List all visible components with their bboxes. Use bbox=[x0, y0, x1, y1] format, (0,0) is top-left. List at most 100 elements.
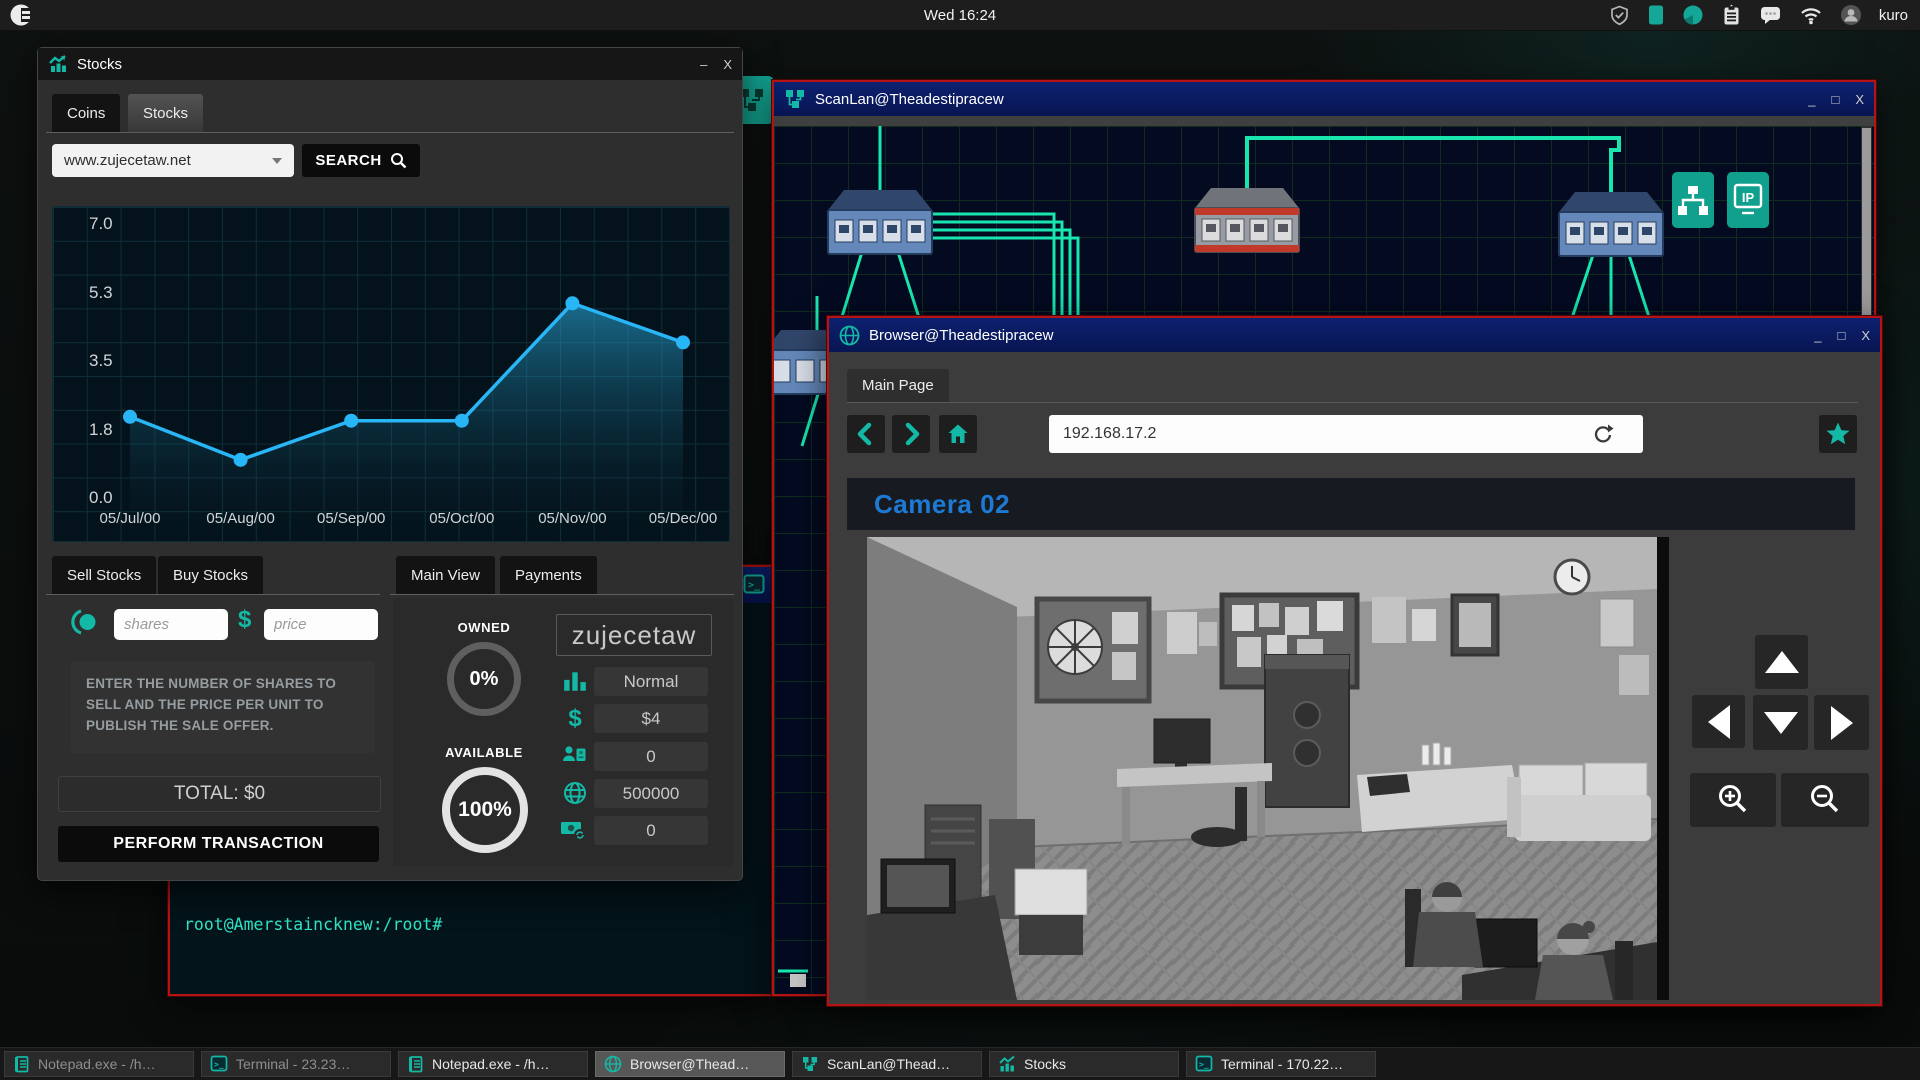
close-button[interactable]: X bbox=[723, 57, 732, 72]
star-icon bbox=[1826, 422, 1850, 445]
stock-name-box: zujecetaw bbox=[556, 614, 712, 656]
desktop: Wed 16:24 kuro root@Amerstaincknew:/root… bbox=[0, 0, 1920, 1080]
tab-main-page[interactable]: Main Page bbox=[847, 369, 949, 402]
shield-check-icon[interactable] bbox=[1609, 5, 1630, 26]
username[interactable]: kuro bbox=[1879, 7, 1908, 24]
shares-available-value: 500000 bbox=[622, 783, 680, 803]
tab-buy-stocks[interactable]: Buy Stocks bbox=[158, 556, 264, 594]
shares-input[interactable] bbox=[114, 609, 228, 640]
address-bar[interactable] bbox=[1049, 415, 1643, 453]
taskbar-item-scanlan[interactable]: ScanLan@Thead… bbox=[792, 1051, 982, 1077]
taskbar: Notepad.exe - /h… >_ Terminal - 23.23… N… bbox=[0, 1047, 1920, 1080]
chat-icon[interactable] bbox=[1759, 4, 1782, 26]
scanlan-title: ScanLan@Theadestipracew bbox=[815, 90, 1004, 108]
terminal-icon: >_ bbox=[210, 1055, 228, 1072]
network-switch-alert[interactable] bbox=[1194, 188, 1300, 253]
svg-text:>_: >_ bbox=[1199, 1060, 1209, 1069]
pie-status-icon[interactable] bbox=[1682, 4, 1704, 26]
maximize-button[interactable]: □ bbox=[1831, 92, 1839, 107]
y-tick-label: 3.5 bbox=[89, 351, 113, 370]
home-button[interactable] bbox=[939, 415, 977, 453]
divider bbox=[847, 402, 1858, 403]
scanlan-icon bbox=[803, 1057, 817, 1071]
browser-icon bbox=[604, 1055, 622, 1073]
divider bbox=[390, 594, 734, 595]
tab-stocks[interactable]: Stocks bbox=[128, 94, 204, 132]
arrow-down-icon bbox=[1763, 711, 1798, 734]
pan-down-button[interactable] bbox=[1753, 695, 1808, 750]
minimize-button[interactable]: – bbox=[700, 57, 707, 72]
battery-icon[interactable] bbox=[1647, 4, 1665, 26]
taskbar-item-label: Browser@Thead… bbox=[630, 1056, 750, 1072]
stocks-titlebar[interactable]: Stocks – X bbox=[38, 48, 742, 80]
tab-label: Main View bbox=[411, 566, 480, 584]
maximize-button[interactable]: □ bbox=[1837, 328, 1845, 343]
network-switch[interactable] bbox=[1558, 192, 1664, 257]
total-label: TOTAL: $0 bbox=[173, 783, 266, 804]
stock-select[interactable]: www.zujecetaw.net bbox=[52, 144, 294, 177]
taskbar-item-stocks[interactable]: Stocks bbox=[989, 1051, 1179, 1077]
terminal-icon: >_ bbox=[1195, 1055, 1213, 1072]
refresh-icon[interactable] bbox=[1591, 423, 1615, 447]
pan-right-button[interactable] bbox=[1814, 695, 1869, 750]
price-input[interactable] bbox=[264, 609, 378, 640]
browser-globe-icon bbox=[839, 325, 860, 345]
minimize-button[interactable]: _ bbox=[1808, 92, 1815, 107]
stocks-icon bbox=[999, 1055, 1015, 1072]
network-switch[interactable] bbox=[827, 190, 933, 255]
close-button[interactable]: X bbox=[1861, 328, 1870, 343]
camera-feed[interactable] bbox=[867, 537, 1657, 1000]
tab-main-view[interactable]: Main View bbox=[396, 556, 495, 594]
search-button[interactable]: SEARCH bbox=[302, 144, 420, 177]
close-button[interactable]: X bbox=[1855, 92, 1864, 107]
forward-icon bbox=[905, 422, 920, 446]
minimize-button[interactable]: _ bbox=[1814, 328, 1821, 343]
arrow-right-icon bbox=[1830, 705, 1853, 740]
y-tick-label: 1.8 bbox=[89, 419, 113, 439]
clock: Wed 16:24 bbox=[923, 6, 997, 24]
wifi-icon[interactable] bbox=[1799, 5, 1823, 25]
network-tree-button[interactable] bbox=[1672, 172, 1714, 228]
clipboard-icon[interactable] bbox=[1721, 4, 1742, 26]
pan-left-button[interactable] bbox=[1692, 695, 1745, 748]
forward-button[interactable] bbox=[892, 415, 930, 453]
ip-list-button[interactable]: IP bbox=[1727, 172, 1769, 228]
zoom-out-button[interactable] bbox=[1781, 773, 1869, 827]
browser-window: Browser@Theadestipracew _ □ X Main Page bbox=[827, 316, 1882, 1006]
tab-payments[interactable]: Payments bbox=[500, 556, 597, 594]
stock-chart[interactable]: 7.0 5.3 3.5 1.8 0.0 05/Jul/00 05/Aug/00 05/Sep… bbox=[52, 206, 730, 542]
x-tick-label: 05/Oct/00 bbox=[429, 510, 495, 527]
tab-label: Coins bbox=[67, 104, 106, 122]
back-button[interactable] bbox=[847, 415, 885, 453]
browser-titlebar[interactable]: Browser@Theadestipracew _ □ X bbox=[829, 318, 1880, 352]
total-display[interactable]: TOTAL: $0 bbox=[58, 776, 381, 812]
shares-available: 500000 bbox=[594, 779, 708, 808]
payments-value: 0 bbox=[646, 820, 656, 840]
zoom-in-button[interactable] bbox=[1690, 773, 1776, 827]
tab-sell-stocks[interactable]: Sell Stocks bbox=[52, 556, 157, 594]
pan-up-button[interactable] bbox=[1755, 635, 1808, 689]
top-bar: Wed 16:24 kuro bbox=[0, 0, 1920, 31]
taskbar-item-notepad-1[interactable]: Notepad.exe - /h… bbox=[4, 1051, 194, 1077]
taskbar-item-notepad-2[interactable]: Notepad.exe - /h… bbox=[398, 1051, 588, 1077]
chevron-down-icon bbox=[272, 157, 282, 164]
tab-coins[interactable]: Coins bbox=[52, 94, 121, 132]
shares-pie-icon bbox=[71, 609, 96, 635]
status-value: Normal bbox=[623, 671, 679, 691]
taskbar-item-browser[interactable]: Browser@Thead… bbox=[595, 1051, 785, 1077]
price-value: $4 bbox=[641, 708, 661, 728]
avatar-icon[interactable] bbox=[1840, 4, 1862, 26]
x-tick-label: 05/Aug/00 bbox=[206, 510, 275, 527]
stock-select-value: www.zujecetaw.net bbox=[64, 152, 191, 169]
scanlan-titlebar[interactable]: ScanLan@Theadestipracew _ □ X bbox=[774, 82, 1874, 116]
stock-status: Normal bbox=[594, 667, 708, 696]
tab-label: Sell Stocks bbox=[67, 566, 142, 584]
scanlan-toolbar bbox=[774, 116, 1874, 126]
chart-point bbox=[123, 409, 137, 424]
taskbar-item-terminal-2[interactable]: >_ Terminal - 170.22… bbox=[1186, 1051, 1376, 1077]
taskbar-item-terminal-1[interactable]: >_ Terminal - 23.23… bbox=[201, 1051, 391, 1077]
ip-list-icon: IP bbox=[1733, 183, 1763, 215]
perform-transaction-button[interactable]: PERFORM TRANSACTION bbox=[58, 826, 379, 862]
bookmark-button[interactable] bbox=[1819, 415, 1857, 453]
chart-point bbox=[454, 413, 469, 428]
